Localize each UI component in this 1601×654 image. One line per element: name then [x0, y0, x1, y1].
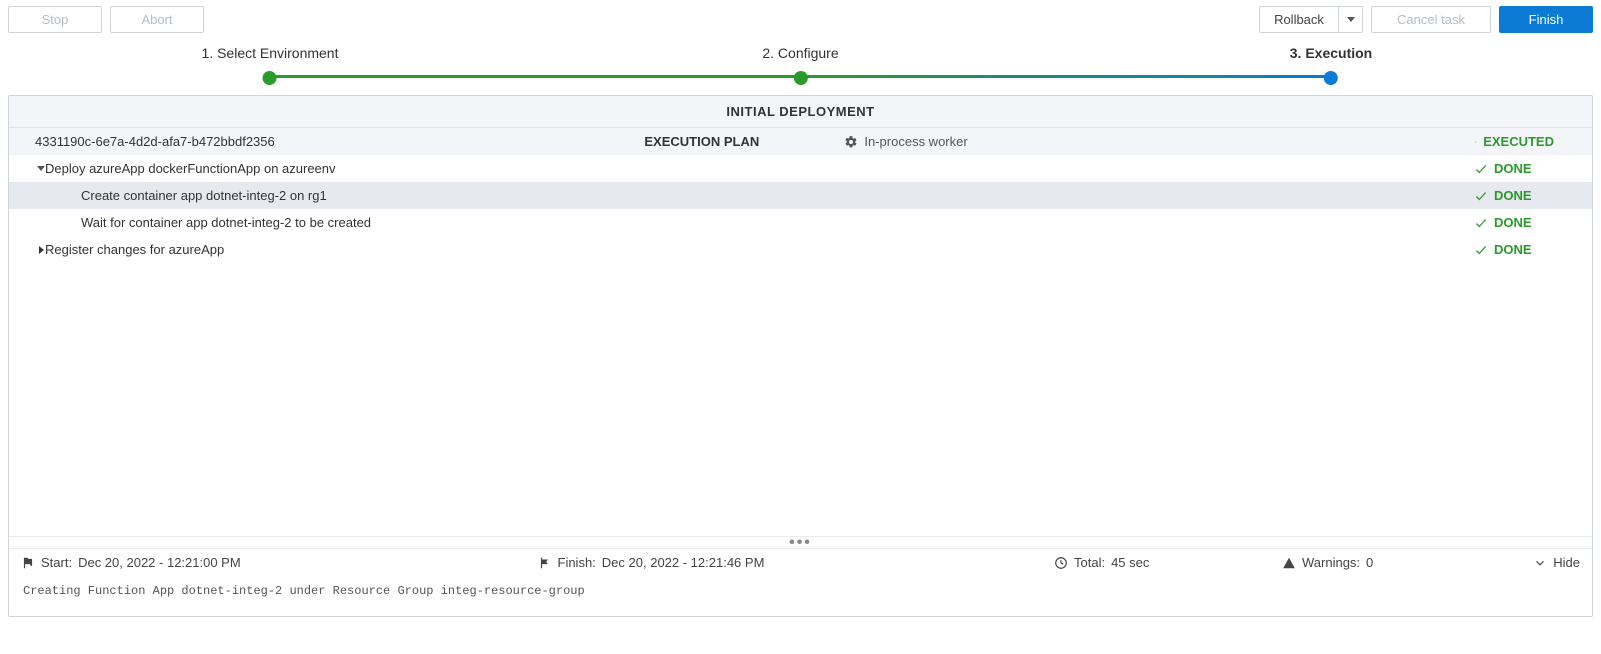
status-text: DONE: [1494, 188, 1532, 203]
gears-icon: [844, 135, 858, 149]
warnings: Warnings: 0: [1282, 555, 1502, 570]
finish-button[interactable]: Finish: [1499, 6, 1593, 33]
panel-title: INITIAL DEPLOYMENT: [9, 96, 1592, 128]
status-badge: EXECUTED: [1474, 134, 1584, 149]
step-select-environment[interactable]: 1. Select Environment: [202, 45, 339, 85]
task-label: Register changes for azureApp: [41, 242, 224, 257]
plan-label: EXECUTION PLAN: [644, 134, 844, 149]
task-row[interactable]: Deploy azureApp dockerFunctionApp on azu…: [9, 155, 1592, 182]
ellipsis-icon: •••: [789, 540, 812, 546]
warning-icon: [1282, 556, 1296, 570]
toolbar: Stop Abort Rollback Cancel task Finish: [0, 0, 1601, 39]
status-text: DONE: [1494, 215, 1532, 230]
status-badge: DONE: [1474, 188, 1584, 203]
check-icon: [1474, 216, 1488, 230]
check-icon: [1474, 162, 1488, 176]
step-label: 3. Execution: [1290, 45, 1372, 61]
task-label: Wait for container app dotnet-integ-2 to…: [77, 215, 371, 230]
check-icon: [1474, 135, 1477, 149]
cancel-task-button[interactable]: Cancel task: [1371, 6, 1491, 33]
warnings-prefix: Warnings:: [1302, 555, 1360, 570]
status-text: DONE: [1494, 242, 1532, 257]
warnings-value: 0: [1366, 555, 1373, 570]
log-output: Creating Function App dotnet-integ-2 und…: [9, 576, 1592, 616]
status-bar: Start: Dec 20, 2022 - 12:21:00 PM Finish…: [9, 548, 1592, 576]
task-label: Deploy azureApp dockerFunctionApp on azu…: [41, 161, 336, 176]
plan-id: 4331190c-6e7a-4d2d-afa7-b472bbdf2356: [17, 134, 275, 149]
finish-flag-icon: [538, 556, 552, 570]
chevron-down-icon: [1347, 17, 1355, 22]
finish-time: Finish: Dec 20, 2022 - 12:21:46 PM: [538, 555, 1047, 570]
step-dot-icon: [263, 71, 277, 85]
task-list: 4331190c-6e7a-4d2d-afa7-b472bbdf2356 EXE…: [9, 128, 1592, 536]
start-time: Start: Dec 20, 2022 - 12:21:00 PM: [21, 555, 530, 570]
execution-plan-row[interactable]: 4331190c-6e7a-4d2d-afa7-b472bbdf2356 EXE…: [9, 128, 1592, 155]
start-prefix: Start:: [41, 555, 72, 570]
total-time: Total: 45 sec: [1054, 555, 1274, 570]
rollback-button[interactable]: Rollback: [1259, 6, 1339, 33]
task-row[interactable]: Wait for container app dotnet-integ-2 to…: [9, 209, 1592, 236]
step-label: 1. Select Environment: [202, 45, 339, 61]
status-badge: DONE: [1474, 161, 1584, 176]
step-label: 2. Configure: [762, 45, 838, 61]
task-row[interactable]: Create container app dotnet-integ-2 on r…: [9, 182, 1592, 209]
status-badge: DONE: [1474, 215, 1584, 230]
deployment-panel: INITIAL DEPLOYMENT 4331190c-6e7a-4d2d-af…: [8, 95, 1593, 617]
hide-button[interactable]: Hide: [1510, 555, 1580, 570]
flag-icon: [21, 556, 35, 570]
stop-button[interactable]: Stop: [8, 6, 102, 33]
clock-icon: [1054, 556, 1068, 570]
step-configure[interactable]: 2. Configure: [762, 45, 838, 85]
expand-toggle[interactable]: [17, 246, 41, 254]
task-row[interactable]: Register changes for azureApp DONE: [9, 236, 1592, 263]
rollback-split-button: Rollback: [1259, 6, 1363, 33]
finish-prefix: Finish:: [558, 555, 596, 570]
step-execution[interactable]: 3. Execution: [1290, 45, 1372, 85]
worker-info: In-process worker: [844, 134, 1104, 149]
hide-label: Hide: [1553, 555, 1580, 570]
start-value: Dec 20, 2022 - 12:21:00 PM: [78, 555, 241, 570]
wizard-steps: 1. Select Environment 2. Configure 3. Ex…: [8, 43, 1593, 89]
worker-label: In-process worker: [864, 134, 967, 149]
step-dot-icon: [1324, 71, 1338, 85]
status-text: EXECUTED: [1483, 134, 1554, 149]
check-icon: [1474, 243, 1488, 257]
total-value: 45 sec: [1111, 555, 1149, 570]
rollback-dropdown-button[interactable]: [1339, 6, 1363, 33]
total-prefix: Total:: [1074, 555, 1105, 570]
abort-button[interactable]: Abort: [110, 6, 204, 33]
finish-value: Dec 20, 2022 - 12:21:46 PM: [602, 555, 765, 570]
expand-toggle[interactable]: [17, 166, 41, 171]
step-dot-icon: [794, 71, 808, 85]
check-icon: [1474, 189, 1488, 203]
status-text: DONE: [1494, 161, 1532, 176]
status-badge: DONE: [1474, 242, 1584, 257]
task-label: Create container app dotnet-integ-2 on r…: [77, 188, 327, 203]
chevron-down-icon: [1533, 556, 1547, 570]
splitter-handle[interactable]: •••: [9, 536, 1592, 548]
